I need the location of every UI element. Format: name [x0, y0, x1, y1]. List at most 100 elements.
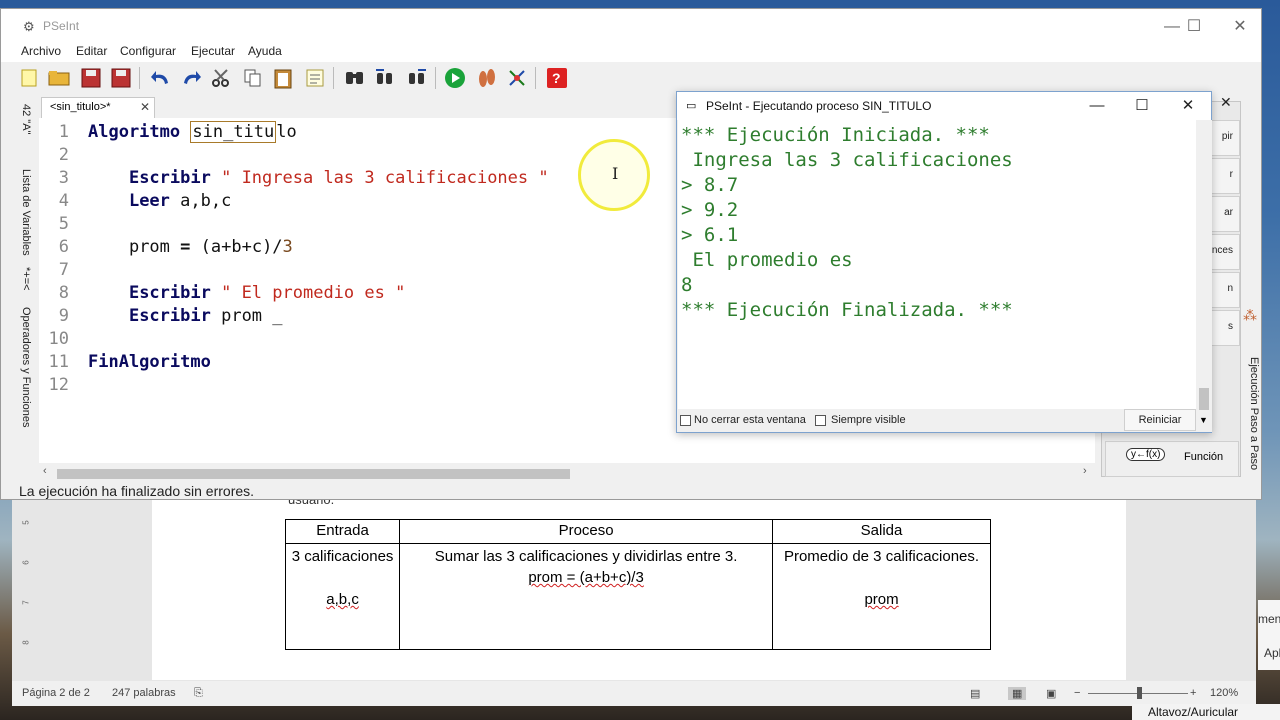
cut-icon[interactable]	[209, 66, 233, 90]
line-number: 11	[48, 352, 69, 372]
title-bar[interactable]: ⚙ PSeInt — ☐ ✕	[1, 9, 1261, 42]
no-cerrar-checkbox[interactable]	[680, 415, 691, 426]
menu-bar: Archivo Editar Configurar Ejecutar Ayuda	[1, 42, 1261, 62]
console-line: El promedio es	[681, 249, 853, 271]
indent-icon[interactable]	[303, 66, 327, 90]
scroll-down-icon[interactable]: ▼	[1199, 415, 1208, 425]
line-number: 12	[48, 375, 69, 395]
funcion-button[interactable]: y←f(x) Función	[1105, 441, 1239, 477]
zoom-slider-knob[interactable]	[1137, 687, 1142, 699]
reiniciar-button[interactable]: Reiniciar	[1124, 409, 1196, 431]
close-tab-icon[interactable]: ✕	[140, 100, 150, 114]
funcion-label: Función	[1184, 451, 1224, 463]
close-button[interactable]: ✕	[1217, 15, 1263, 39]
maximize-button[interactable]: ☐	[1171, 15, 1217, 39]
table-header: Proceso	[399, 519, 774, 544]
line-number: 3	[58, 168, 69, 188]
no-cerrar-label: No cerrar esta ventana	[694, 414, 806, 426]
find-next-icon[interactable]	[405, 66, 429, 90]
scrollbar-thumb[interactable]	[1199, 388, 1209, 410]
proofing-icon[interactable]: ⎘	[194, 687, 203, 700]
zoom-level[interactable]: 120%	[1210, 687, 1238, 699]
scroll-right-icon[interactable]: ›	[1083, 465, 1087, 477]
zoom-in-icon[interactable]: +	[1190, 687, 1196, 699]
new-file-icon[interactable]	[17, 66, 41, 90]
menu-archivo[interactable]: Archivo	[21, 44, 61, 58]
keyword: FinAlgoritmo	[88, 352, 211, 372]
table-cell: Sumar las 3 calificaciones y dividirlas …	[399, 543, 774, 650]
cell-text: Sumar las 3 calificaciones y dividirlas …	[434, 548, 738, 565]
variables-panel-tab[interactable]: Lista de Variables	[20, 169, 32, 256]
operator: =	[180, 237, 191, 257]
operators-symbols-icon: *+=<	[20, 267, 32, 291]
read-mode-icon[interactable]: ▤	[970, 687, 980, 700]
exec-close-button[interactable]: ✕	[1166, 95, 1210, 117]
redo-icon[interactable]	[179, 66, 203, 90]
run-icon[interactable]	[443, 66, 467, 90]
diagram-icon[interactable]	[505, 66, 529, 90]
cell-text: 3 calificaciones	[291, 548, 394, 565]
console-vertical-scrollbar[interactable]: ▼	[1196, 120, 1212, 432]
cell-text: prom = (a+b+c)/3	[528, 569, 644, 586]
pseint-app-icon: ⚙	[23, 19, 35, 34]
table-cell: 3 calificaciones a,b,c	[284, 543, 401, 650]
table-header: Salida	[772, 519, 991, 544]
document-page[interactable]: usuario. Entrada Proceso Salida 3 califi…	[152, 492, 1126, 680]
copy-icon[interactable]	[241, 66, 265, 90]
keyword: Escribir	[128, 283, 211, 303]
console-line: Ingresa las 3 calificaciones	[681, 149, 1013, 171]
line-number: 4	[58, 191, 69, 211]
web-layout-icon[interactable]: ▣	[1046, 687, 1056, 700]
exec-maximize-button[interactable]: ☐	[1120, 95, 1164, 117]
scrollbar-thumb[interactable]	[57, 469, 570, 479]
console-line: *** Ejecución Finalizada. ***	[681, 299, 1013, 321]
menu-editar[interactable]: Editar	[76, 44, 107, 58]
console-output[interactable]: *** Ejecución Iniciada. *** Ingresa las …	[678, 120, 1196, 409]
menu-configurar[interactable]: Configurar	[120, 44, 176, 58]
console-line: > 9.2	[681, 199, 739, 221]
operators-panel-tab[interactable]: Operadores y Funciones	[20, 307, 32, 427]
siempre-visible-checkbox[interactable]	[815, 415, 826, 426]
keyword: Leer	[128, 191, 170, 211]
line-number: 1	[58, 122, 69, 142]
help-icon[interactable]: ?	[545, 66, 569, 90]
ipo-table: Entrada Proceso Salida 3 calificaciones …	[284, 519, 991, 650]
cell-text: a,b,c	[326, 591, 359, 608]
console-line: *** Ejecución Iniciada. ***	[681, 124, 990, 146]
page-count[interactable]: Página 2 de 2	[22, 687, 90, 699]
audio-device-label[interactable]: Altavoz/Auricular	[1132, 704, 1280, 720]
console-line: > 8.7	[681, 174, 739, 196]
find-previous-icon[interactable]	[373, 66, 397, 90]
word-count[interactable]: 247 palabras	[112, 687, 176, 699]
line-number: 2	[58, 145, 69, 165]
execution-footer: No cerrar esta ventana Siempre visible R…	[677, 409, 1197, 432]
print-layout-icon[interactable]: ▦	[1008, 687, 1027, 700]
string-literal: " El promedio es "	[221, 283, 406, 303]
scroll-left-icon[interactable]: ‹	[43, 465, 47, 477]
status-bar: La ejecución ha finalizado sin errores.	[19, 483, 255, 499]
editor-horizontal-scrollbar[interactable]: ‹ ›	[39, 465, 1095, 482]
variable-symbols-icon: 42 "A"	[20, 104, 32, 135]
save-icon[interactable]	[79, 66, 103, 90]
zoom-out-icon[interactable]: −	[1074, 687, 1080, 699]
execution-title-bar[interactable]: ▭ PSeInt - Ejecutando proceso SIN_TITULO…	[677, 92, 1211, 120]
keyword: Algoritmo	[88, 122, 181, 142]
step-panel-tab[interactable]: ⁂ Ejecución Paso a Paso	[1243, 97, 1263, 477]
panel-close-icon[interactable]: ✕	[1220, 94, 1232, 111]
undo-icon[interactable]	[149, 66, 173, 90]
exec-minimize-button[interactable]: —	[1075, 95, 1119, 117]
step-by-step-icon[interactable]	[475, 66, 499, 90]
menu-ayuda[interactable]: Ayuda	[248, 44, 282, 58]
line-number: 7	[58, 260, 69, 280]
open-file-icon[interactable]	[47, 66, 71, 90]
identifier: prom _	[221, 306, 283, 326]
console-line: 8	[681, 274, 693, 296]
table-cell: Promedio de 3 calificaciones. prom	[772, 543, 991, 650]
tab-sin-titulo[interactable]: <sin_titulo>* ✕	[41, 97, 155, 118]
execution-window: ▭ PSeInt - Ejecutando proceso SIN_TITULO…	[676, 91, 1212, 433]
line-number: 6	[58, 237, 69, 257]
save-as-icon[interactable]	[109, 66, 133, 90]
menu-ejecutar[interactable]: Ejecutar	[191, 44, 235, 58]
paste-icon[interactable]	[271, 66, 295, 90]
search-icon[interactable]	[343, 66, 367, 90]
